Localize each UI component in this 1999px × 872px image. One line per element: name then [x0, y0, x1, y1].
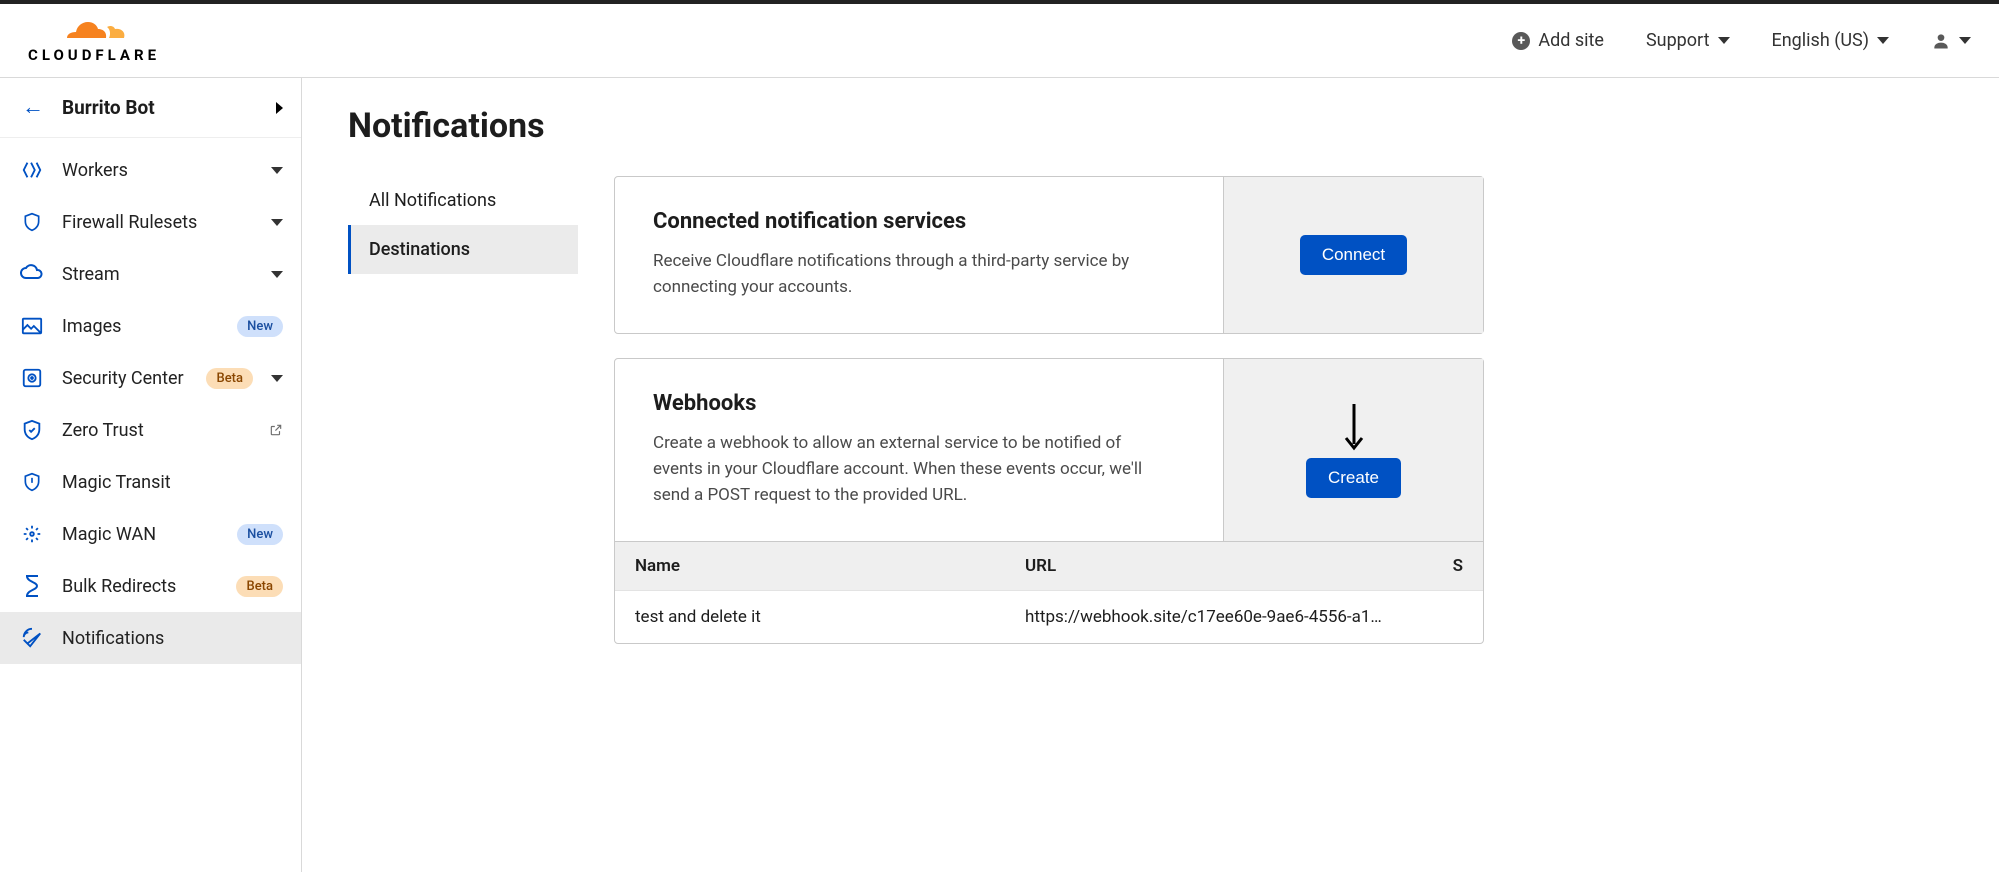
main-content: Notifications All NotificationsDestinati…	[302, 78, 1999, 872]
col-header-name: Name	[635, 556, 1025, 576]
sidebar-item-magic-transit[interactable]: Magic Transit	[0, 456, 301, 508]
support-dropdown[interactable]: Support	[1646, 30, 1730, 51]
col-header-s: S	[1443, 556, 1463, 576]
tab-all[interactable]: All Notifications	[348, 176, 578, 225]
webhook-s	[1443, 607, 1463, 627]
badge-beta: Beta	[236, 576, 283, 597]
cloudflare-logo[interactable]: CLOUDFLARE	[28, 18, 160, 64]
sidebar-item-label: Magic Transit	[62, 472, 283, 493]
zero-trust-icon	[20, 418, 44, 442]
sidebar-item-zero-trust[interactable]: Zero Trust	[0, 404, 301, 456]
firewall-rulesets-icon	[20, 210, 44, 234]
top-bar: CLOUDFLARE + Add site Support English (U…	[0, 0, 1999, 78]
sidebar-item-label: Security Center	[62, 368, 188, 389]
caret-down-icon	[1718, 37, 1730, 44]
webhooks-table-header: Name URL S	[615, 541, 1483, 590]
account-selector[interactable]: ← Burrito Bot	[0, 78, 301, 138]
magic-wan-icon	[20, 522, 44, 546]
sidebar-item-label: Zero Trust	[62, 420, 245, 441]
create-webhook-button[interactable]: Create	[1306, 458, 1401, 498]
bulk-redirects-icon	[20, 574, 44, 598]
card-description: Receive Cloudflare notifications through…	[653, 248, 1173, 301]
workers-icon	[20, 158, 44, 182]
webhook-url: https://webhook.site/c17ee60e-9ae6-4556-…	[1025, 607, 1443, 627]
sidebar-item-firewall-rulesets[interactable]: Firewall Rulesets	[0, 196, 301, 248]
connect-button[interactable]: Connect	[1300, 235, 1407, 275]
caret-down-icon	[271, 375, 283, 382]
annotation-arrow-icon	[1343, 402, 1365, 452]
cloud-icon	[59, 18, 129, 44]
sidebar-item-images[interactable]: Images New	[0, 300, 301, 352]
badge-new: New	[237, 316, 283, 337]
language-label: English (US)	[1772, 30, 1870, 51]
language-dropdown[interactable]: English (US)	[1772, 30, 1890, 51]
sidebar-item-notifications[interactable]: Notifications	[0, 612, 301, 664]
brand-text: CLOUDFLARE	[28, 46, 160, 64]
images-icon	[20, 314, 44, 338]
badge-new: New	[237, 524, 283, 545]
card-title: Webhooks	[653, 391, 1185, 416]
page-title: Notifications	[348, 106, 1953, 146]
sidebar-item-label: Images	[62, 316, 219, 337]
sidebar-item-label: Magic WAN	[62, 524, 219, 545]
magic-transit-icon	[20, 470, 44, 494]
add-site-label: Add site	[1538, 30, 1604, 51]
sidebar-item-label: Notifications	[62, 628, 283, 649]
top-bar-right: + Add site Support English (US)	[1512, 30, 1971, 51]
sidebar-item-bulk-redirects[interactable]: Bulk Redirects Beta	[0, 560, 301, 612]
col-header-url: URL	[1025, 556, 1443, 576]
user-icon	[1931, 31, 1951, 51]
sub-tabs: All NotificationsDestinations	[348, 176, 578, 668]
card-body: Webhooks Create a webhook to allow an ex…	[615, 359, 1223, 541]
user-menu[interactable]	[1931, 31, 1971, 51]
webhooks-card: Webhooks Create a webhook to allow an ex…	[614, 358, 1484, 644]
sidebar-item-security-center[interactable]: Security Center Beta	[0, 352, 301, 404]
plus-circle-icon: +	[1512, 32, 1530, 50]
card-body: Connected notification services Receive …	[615, 177, 1223, 333]
stream-icon	[20, 262, 44, 286]
sidebar-item-workers[interactable]: Workers	[0, 144, 301, 196]
caret-down-icon	[1877, 37, 1889, 44]
webhook-name: test and delete it	[635, 607, 1025, 627]
sidebar-item-label: Workers	[62, 160, 253, 181]
sidebar: ← Burrito Bot Workers Firewall Rulesets St…	[0, 78, 302, 872]
support-label: Support	[1646, 30, 1710, 51]
sidebar-item-label: Firewall Rulesets	[62, 212, 253, 233]
badge-beta: Beta	[206, 368, 253, 389]
caret-down-icon	[271, 219, 283, 226]
card-description: Create a webhook to allow an external se…	[653, 430, 1173, 509]
notifications-icon	[20, 626, 44, 650]
card-title: Connected notification services	[653, 209, 1185, 234]
caret-right-icon	[276, 102, 283, 114]
add-site-button[interactable]: + Add site	[1512, 30, 1604, 51]
security-center-icon	[20, 366, 44, 390]
account-name: Burrito Bot	[62, 96, 276, 119]
sidebar-item-stream[interactable]: Stream	[0, 248, 301, 300]
back-arrow-icon: ←	[22, 97, 44, 119]
webhook-row[interactable]: test and delete ithttps://webhook.site/c…	[615, 590, 1483, 643]
caret-down-icon	[271, 271, 283, 278]
sidebar-item-magic-wan[interactable]: Magic WAN New	[0, 508, 301, 560]
external-link-icon	[269, 423, 283, 437]
sidebar-nav: Workers Firewall Rulesets Stream Images New S…	[0, 138, 301, 670]
tab-destinations[interactable]: Destinations	[348, 225, 578, 274]
sidebar-item-label: Bulk Redirects	[62, 576, 218, 597]
card-action-panel: Create	[1223, 359, 1483, 541]
cards-column: Connected notification services Receive …	[614, 176, 1484, 668]
card-action-panel: Connect	[1223, 177, 1483, 333]
caret-down-icon	[271, 167, 283, 174]
caret-down-icon	[1959, 37, 1971, 44]
sidebar-item-label: Stream	[62, 264, 253, 285]
connected-services-card: Connected notification services Receive …	[614, 176, 1484, 334]
